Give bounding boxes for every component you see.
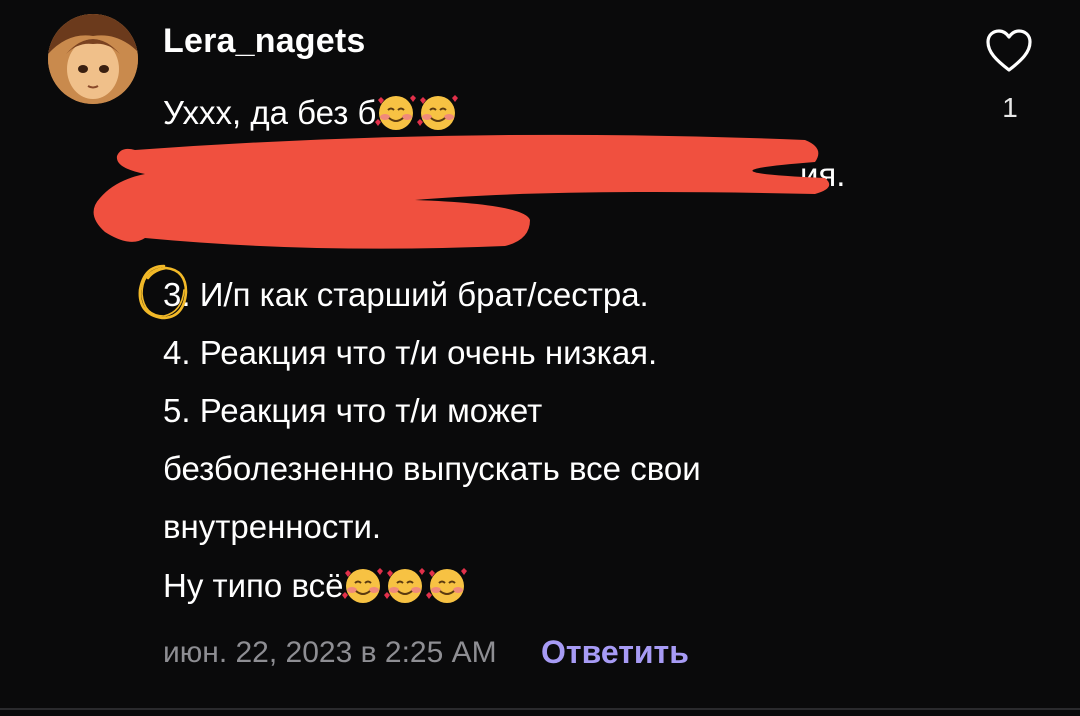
comment-line: Ну типо всё	[163, 565, 469, 606]
smiling-face-with-hearts-icon	[374, 92, 418, 132]
avatar[interactable]	[48, 14, 138, 104]
comment-line: 3. И/п как старший брат/сестра.	[163, 275, 649, 315]
comment-timestamp: июн. 22, 2023 в 2:25 AM	[163, 636, 497, 669]
like-button[interactable]	[984, 28, 1034, 74]
comment-line: безболезненно выпускать все свои	[163, 450, 701, 487]
reply-button[interactable]: Ответить	[541, 634, 689, 671]
smiling-face-with-hearts-icon	[416, 92, 460, 132]
comment-line-text: И/п как старший брат/сестра.	[199, 276, 649, 313]
comment-line-text: Ухxx, да без б	[163, 94, 377, 131]
comment-line-tail: ия.	[800, 156, 846, 193]
comment-line-text: Ну типо всё	[163, 567, 344, 604]
list-number: 3.	[163, 276, 191, 313]
smiling-face-with-hearts-icon	[425, 565, 469, 605]
username[interactable]: Lera_nagets	[163, 22, 366, 61]
comment-card: Lera_nagets 1 Ухxx, да без б ия. 3. И/п …	[0, 0, 1080, 716]
comment-line: 5. Реакция что т/и может	[163, 392, 543, 429]
like-count: 1	[1002, 92, 1018, 123]
avatar-image	[48, 14, 138, 104]
smiling-face-with-hearts-icon	[341, 565, 385, 605]
comment-line: Ухxx, да без б	[163, 92, 460, 133]
comment-line: 4. Реакция что т/и очень низкая.	[163, 334, 658, 371]
divider	[0, 708, 1080, 710]
smiling-face-with-hearts-icon	[383, 565, 427, 605]
heart-outline-icon	[986, 29, 1032, 72]
comment-line: внутренности.	[163, 508, 382, 545]
red-redaction-scribble	[93, 134, 830, 249]
